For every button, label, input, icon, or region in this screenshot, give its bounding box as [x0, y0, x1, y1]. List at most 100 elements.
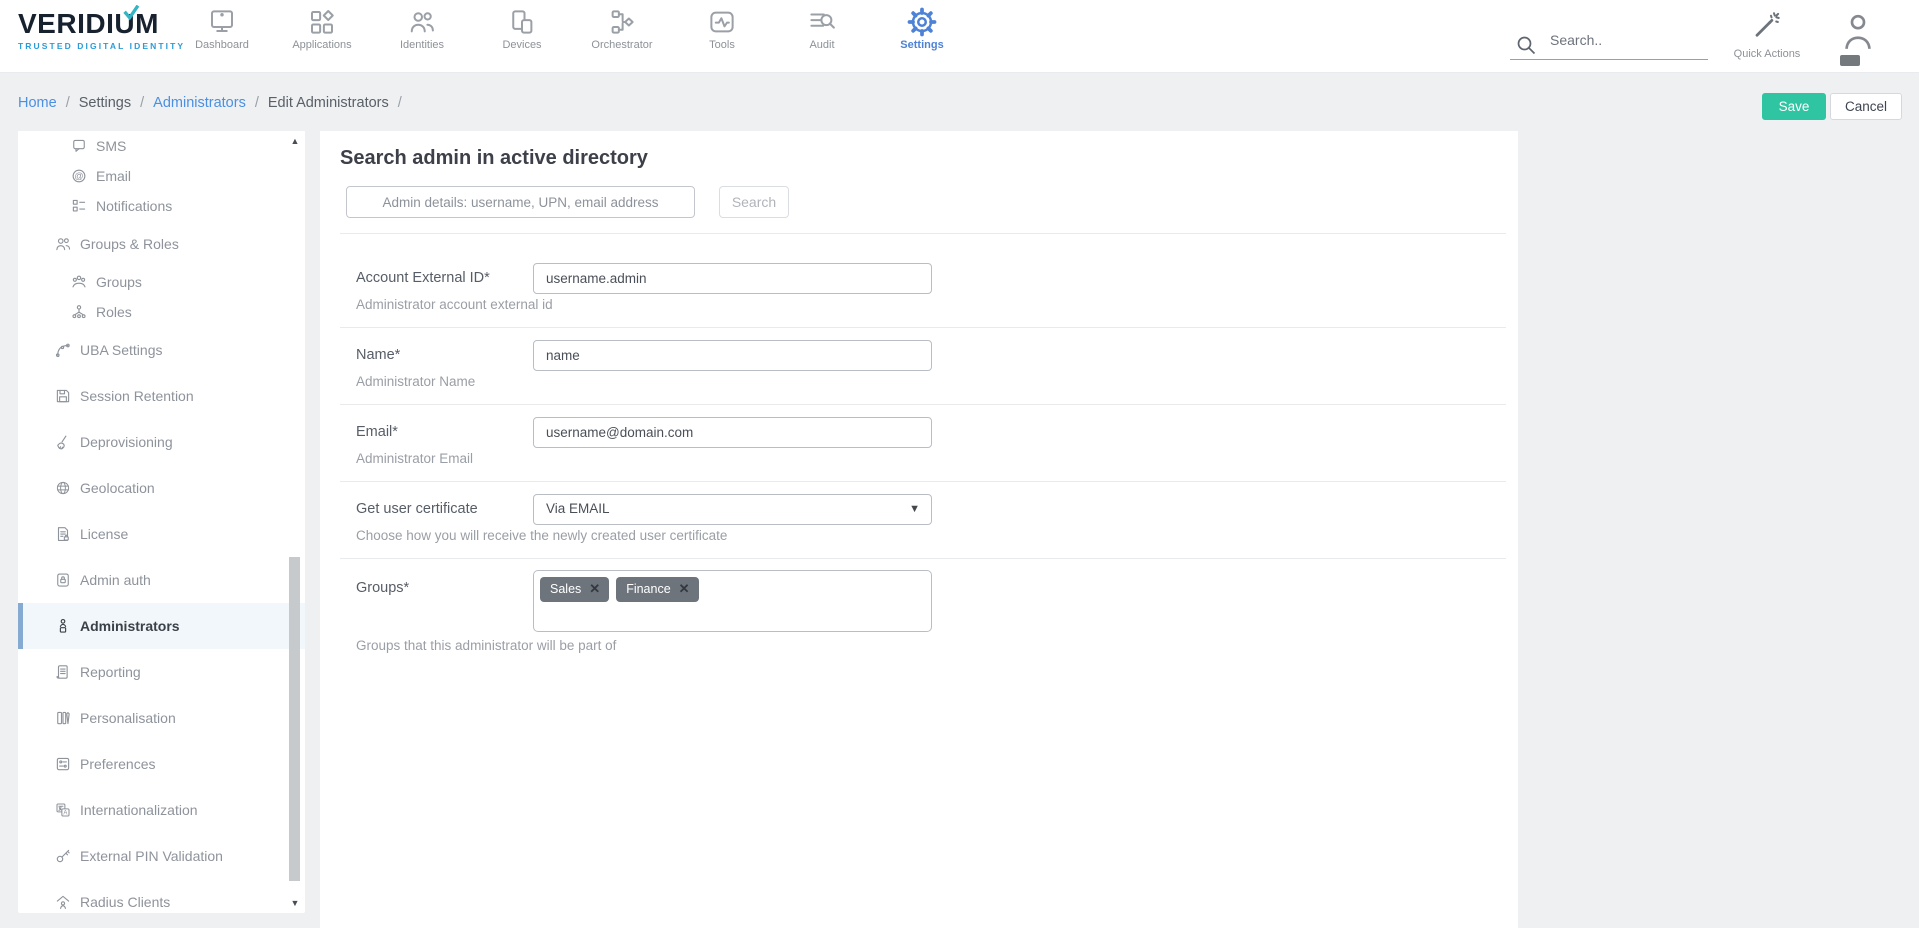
notifications-icon [70, 197, 88, 220]
nav-item-devices[interactable]: Devices [472, 7, 572, 51]
row-divider [340, 327, 1506, 328]
sidebar-item-groups-roles[interactable]: Groups & Roles [18, 221, 305, 267]
row-divider [340, 558, 1506, 559]
audit-icon [772, 7, 872, 37]
sidebar-item-license[interactable]: License [18, 511, 305, 557]
session-retention-icon [54, 387, 72, 410]
sidebar-scrollbar[interactable] [289, 557, 300, 881]
sidebar-item-session-retention[interactable]: Session Retention [18, 373, 305, 419]
geolocation-icon [54, 479, 72, 502]
dashboard-icon [172, 7, 272, 37]
group-tag: Sales ✕ [540, 577, 609, 602]
sidebar-item-preferences[interactable]: Preferences [18, 741, 305, 787]
nav-item-label: Identities [372, 39, 472, 51]
veridium-logo[interactable]: VERIDIUM TRUSTED DIGITAL IDENTITY [18, 9, 178, 51]
save-button[interactable]: Save [1762, 93, 1826, 120]
group-tag: Finance ✕ [616, 577, 698, 602]
sidebar-item-reporting[interactable]: Reporting [18, 649, 305, 695]
chevron-down-icon: ▼ [909, 503, 920, 515]
breadcrumb-administrators[interactable]: Administrators [153, 95, 246, 111]
nav-item-label: Audit [772, 39, 872, 51]
row-divider [340, 481, 1506, 482]
admin-search-input[interactable] [346, 186, 695, 218]
sidebar-item-label: Notifications [96, 197, 172, 215]
field-label: Email* [356, 424, 398, 440]
sidebar-item-label: Reporting [80, 663, 141, 681]
nav-item-identities[interactable]: Identities [372, 7, 472, 51]
sidebar-item-sms[interactable]: SMS [18, 131, 305, 161]
field-helper: Groups that this administrator will be p… [356, 638, 616, 653]
field-label: Groups* [356, 580, 409, 596]
sidebar-item-email[interactable]: @Email [18, 161, 305, 191]
field-input-1[interactable] [533, 340, 932, 371]
field-input-0[interactable] [533, 263, 932, 294]
user-menu[interactable] [1836, 11, 1880, 67]
sidebar-item-label: Admin auth [80, 571, 151, 589]
user-status-badge [1840, 55, 1860, 66]
nav-item-applications[interactable]: Applications [272, 7, 372, 51]
sidebar-item-label: Preferences [80, 755, 155, 773]
applications-icon [272, 7, 372, 37]
field-label: Name* [356, 347, 400, 363]
nav-item-label: Devices [472, 39, 572, 51]
certificate-select[interactable]: Via EMAIL ▼ [533, 494, 932, 525]
sidebar-item-label: Internationalization [80, 801, 198, 819]
groups-roles-icon [54, 235, 72, 258]
sidebar-item-label: Personalisation [80, 709, 176, 727]
sidebar-item-geolocation[interactable]: Geolocation [18, 465, 305, 511]
svg-text:@: @ [74, 171, 83, 181]
nav-item-orchestrator[interactable]: Orchestrator [572, 7, 672, 51]
main-panel: Search admin in active directory Search … [320, 131, 1518, 928]
sidebar-item-label: Roles [96, 303, 132, 321]
close-icon[interactable]: ✕ [589, 581, 600, 597]
settings-icon [872, 7, 972, 37]
sidebar-item-uba-settings[interactable]: UBA Settings [18, 327, 305, 373]
devices-icon [472, 7, 572, 37]
scroll-down-arrow[interactable]: ▼ [289, 897, 301, 909]
global-search-input[interactable] [1550, 32, 1700, 48]
groups-icon [70, 273, 88, 296]
quick-actions-button[interactable]: Quick Actions [1732, 10, 1802, 60]
groups-multiselect[interactable]: Sales ✕ Finance ✕ [533, 570, 932, 632]
breadcrumb-separator: / [255, 95, 259, 111]
scroll-up-arrow[interactable]: ▲ [289, 135, 301, 147]
breadcrumb-separator: / [140, 95, 144, 111]
breadcrumb-edit-administrators: Edit Administrators [268, 95, 389, 111]
sidebar-item-label: Geolocation [80, 479, 155, 497]
magic-wand-icon [1752, 27, 1782, 44]
breadcrumb-separator: / [398, 95, 402, 111]
breadcrumb-bar: Home / Settings / Administrators / Edit Admini… [0, 74, 1919, 130]
personalisation-icon [54, 709, 72, 732]
sidebar-item-label: UBA Settings [80, 341, 163, 359]
cancel-button[interactable]: Cancel [1830, 93, 1902, 120]
check-icon [122, 5, 140, 26]
field-helper: Choose how you will receive the newly cr… [356, 528, 727, 543]
sidebar-item-external-pin-validation[interactable]: External PIN Validation [18, 833, 305, 879]
nav-item-dashboard[interactable]: Dashboard [172, 7, 272, 51]
nav-item-tools[interactable]: Tools [672, 7, 772, 51]
sidebar-item-notifications[interactable]: Notifications [18, 191, 305, 221]
sidebar-item-deprovisioning[interactable]: Deprovisioning [18, 419, 305, 465]
close-icon[interactable]: ✕ [679, 581, 690, 597]
sidebar-item-roles[interactable]: Roles [18, 297, 305, 327]
sidebar-item-internationalization[interactable]: AInternationalization [18, 787, 305, 833]
sidebar-item-groups[interactable]: Groups [18, 267, 305, 297]
breadcrumb-settings: Settings [79, 95, 131, 111]
sidebar-item-admin-auth[interactable]: Admin auth [18, 557, 305, 603]
nav-item-audit[interactable]: Audit [772, 7, 872, 51]
select-value: Via EMAIL [546, 501, 610, 516]
deprovisioning-icon [54, 433, 72, 456]
admin-search-button[interactable]: Search [719, 186, 789, 218]
nav-item-settings[interactable]: Settings [872, 7, 972, 51]
sidebar-item-personalisation[interactable]: Personalisation [18, 695, 305, 741]
field-input-2[interactable] [533, 417, 932, 448]
avatar-icon [1836, 11, 1880, 53]
group-tag-label: Finance [626, 582, 670, 596]
quick-actions-label: Quick Actions [1732, 48, 1802, 60]
sidebar-item-radius-clients[interactable]: Radius Clients [18, 879, 305, 913]
group-tag-label: Sales [550, 582, 581, 596]
breadcrumb-home[interactable]: Home [18, 95, 57, 111]
sms-icon [70, 137, 88, 160]
sidebar-item-administrators[interactable]: Administrators [18, 603, 305, 649]
tools-icon [672, 7, 772, 37]
